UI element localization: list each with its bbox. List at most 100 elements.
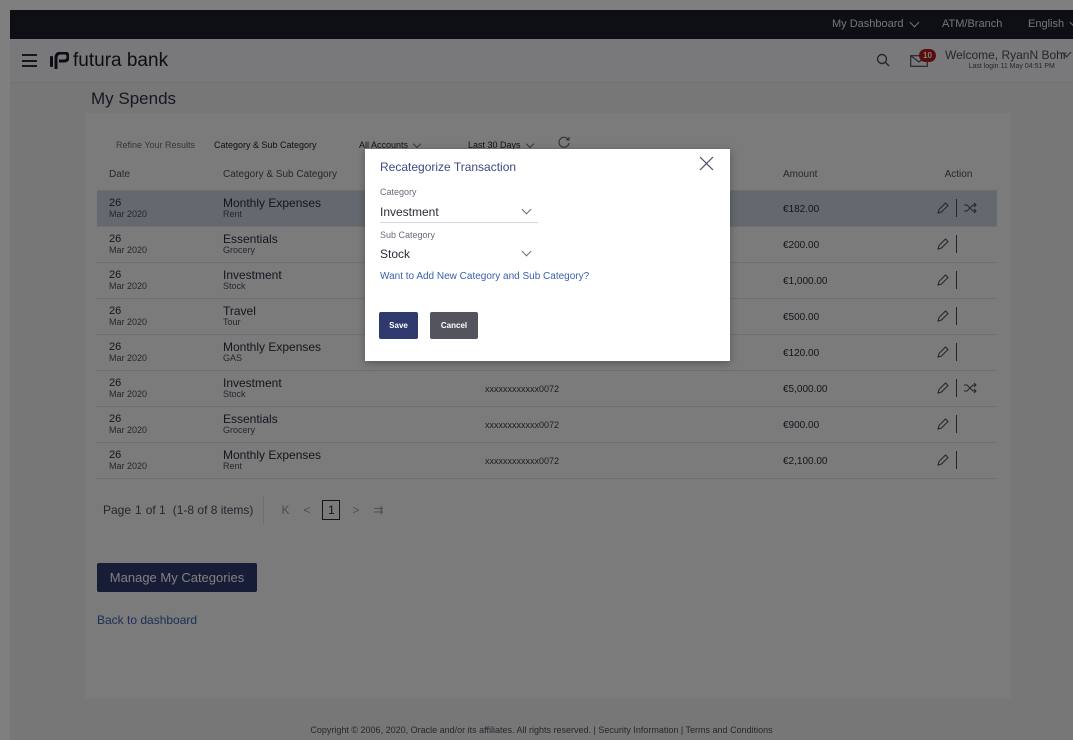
amount-cell: €120.00 (783, 334, 920, 371)
date-month: Mar 2020 (109, 424, 148, 435)
category-filter[interactable]: Category & Sub Category (214, 140, 317, 150)
atm-branch-label: ATM/Branch (942, 18, 1003, 30)
action-cell (920, 226, 997, 263)
recategorize-dialog: Recategorize Transaction Category Invest… (365, 149, 730, 361)
close-icon[interactable] (699, 156, 714, 171)
notification-badge: 10 (919, 49, 936, 62)
previous-page-icon[interactable]: < (303, 503, 310, 517)
page-current: 1 (135, 503, 142, 517)
user-profile-menu[interactable]: Welcome, RyanN Bohr Last login 11 May 04… (945, 48, 1067, 70)
page-title: My Spends (91, 89, 177, 108)
category-name: Essentials (223, 412, 278, 426)
amount-value: €200.00 (783, 240, 820, 251)
action-cell (920, 190, 997, 227)
subcategory-select[interactable]: Stock (380, 246, 538, 265)
edit-icon[interactable] (936, 453, 950, 467)
row-actions (920, 415, 997, 433)
amount-cell: €182.00 (783, 190, 920, 227)
next-page-icon[interactable]: > (352, 503, 359, 517)
row-actions (920, 271, 997, 289)
category-select[interactable]: Investment (380, 204, 538, 223)
edit-icon[interactable] (936, 309, 950, 323)
table-row[interactable]: 26 Mar 2020 Monthly Expenses Rent xxxxxxxxxx… (97, 442, 997, 479)
date-day: 26 (109, 376, 122, 389)
action-separator (956, 415, 957, 433)
pagination: Page 1 of 1 (1-8 of 8 items) K < 1 > ⇉ (103, 496, 391, 524)
date-month: Mar 2020 (109, 280, 148, 291)
category-cell: Investment Stock (223, 370, 485, 407)
amount-cell: €200.00 (783, 226, 920, 263)
page-label: Page (103, 503, 132, 517)
table-row[interactable]: 26 Mar 2020 Investment Stock xxxxxxxxxxxx007… (97, 370, 997, 407)
welcome-text: Welcome, RyanN Bohr (945, 48, 1067, 62)
amount-cell: €1,000.00 (783, 262, 920, 299)
category-filter-label: Category & Sub Category (214, 140, 317, 150)
last-page-icon[interactable]: ⇉ (373, 503, 383, 517)
amount-header: Amount (783, 160, 920, 191)
bank-name: futura bank (73, 50, 169, 71)
action-separator (956, 235, 957, 253)
refresh-icon[interactable] (557, 135, 571, 149)
back-to-dashboard-link[interactable]: Back to dashboard (97, 613, 197, 627)
category-value: Investment (380, 205, 439, 219)
first-page-icon[interactable]: K (281, 503, 289, 517)
amount-value: €500.00 (783, 312, 820, 323)
date-cell: 26 Mar 2020 (97, 262, 223, 299)
edit-icon[interactable] (936, 273, 950, 287)
page-number-button[interactable]: 1 (322, 500, 341, 520)
language-selector[interactable]: English (1028, 10, 1073, 39)
refine-label: Refine Your Results (116, 140, 196, 150)
action-cell (920, 262, 997, 299)
date-month: Mar 2020 (109, 460, 148, 471)
subcategory-value: Stock (380, 247, 411, 261)
bank-logo[interactable]: futura bank (50, 50, 168, 72)
last-login-text: Last login 11 May 04:51 PM (968, 63, 1055, 70)
header: futura bank 10 Welcome, RyanN Bohr Last … (10, 39, 1073, 83)
amount-cell: €500.00 (783, 298, 920, 335)
action-separator (956, 307, 957, 325)
date-cell: 26 Mar 2020 (97, 370, 223, 407)
action-cell (920, 442, 997, 479)
date-month: Mar 2020 (109, 244, 148, 255)
recategorize-icon[interactable] (963, 381, 977, 395)
edit-icon[interactable] (936, 345, 950, 359)
edit-icon[interactable] (936, 201, 950, 215)
edit-icon[interactable] (936, 381, 950, 395)
row-actions (920, 235, 997, 253)
date-header: Date (97, 160, 223, 191)
hamburger-menu-icon[interactable] (22, 54, 37, 67)
account-number: xxxxxxxxxxxx0072 (485, 420, 560, 430)
amount-value: €900.00 (783, 420, 820, 431)
cancel-button[interactable]: Cancel (430, 312, 478, 339)
dialog-title: Recategorize Transaction (380, 160, 517, 174)
save-button[interactable]: Save (379, 312, 418, 339)
amount-cell: €900.00 (783, 406, 920, 443)
edit-icon[interactable] (936, 237, 950, 251)
manage-categories-button[interactable]: Manage My Categories (97, 563, 257, 592)
add-new-category-link[interactable]: Want to Add New Category and Sub Categor… (380, 271, 589, 282)
date-month: Mar 2020 (109, 208, 148, 219)
language-label: English (1028, 18, 1065, 30)
amount-value: €120.00 (783, 348, 820, 359)
action-separator (956, 451, 957, 469)
edit-icon[interactable] (936, 417, 950, 431)
page-items-label: (1-8 of 8 items) (172, 503, 254, 517)
date-cell: 26 Mar 2020 (97, 406, 223, 443)
date-month: Mar 2020 (109, 388, 148, 399)
my-dashboard-menu[interactable]: My Dashboard (832, 10, 919, 39)
logo-mark-icon (50, 52, 69, 69)
footer: Copyright © 2006, 2020, Oracle and/or it… (10, 720, 1073, 740)
action-cell (920, 334, 997, 371)
recategorize-icon[interactable] (963, 201, 977, 215)
date-day: 26 (109, 340, 122, 353)
amount-value: €1,000.00 (783, 276, 828, 287)
account-cell: xxxxxxxxxxxx0072 (485, 370, 783, 407)
atm-branch-link[interactable]: ATM/Branch (942, 10, 1002, 39)
row-actions (920, 451, 997, 469)
chevron-down-icon (521, 246, 532, 257)
action-cell (920, 298, 997, 335)
search-icon[interactable] (876, 53, 890, 67)
amount-value: €182.00 (783, 204, 820, 215)
table-row[interactable]: 26 Mar 2020 Essentials Grocery xxxxxxxxxxxx0… (97, 406, 997, 443)
action-separator (956, 379, 957, 397)
